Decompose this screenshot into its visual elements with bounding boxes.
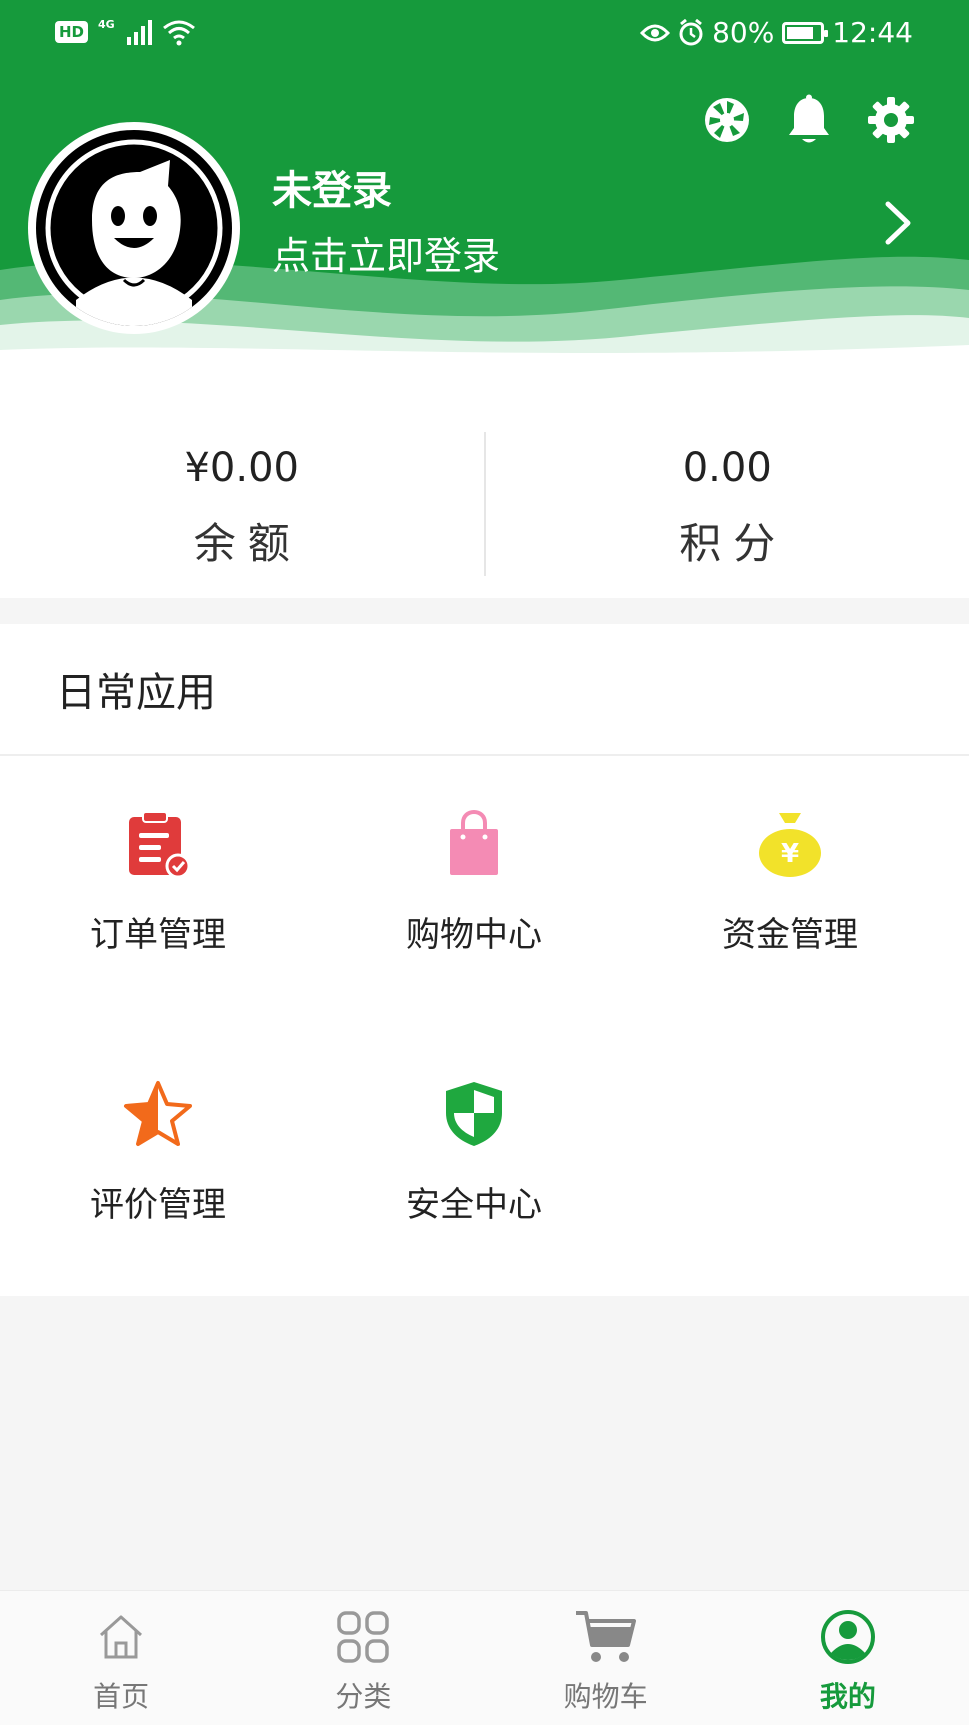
app-order-management[interactable]: 订单管理: [0, 756, 316, 956]
nav-profile[interactable]: 我的: [727, 1591, 969, 1725]
app-label: 评价管理: [90, 1185, 226, 1225]
balance-item[interactable]: ¥0.00 余额: [0, 380, 484, 598]
balance-card: ¥0.00 余额 0.00 积分: [0, 380, 969, 598]
balance-amount: ¥0.00: [184, 445, 299, 491]
app-security-center[interactable]: 安全中心: [316, 1026, 632, 1226]
category-icon: [331, 1605, 395, 1669]
alarm-icon: [679, 18, 703, 45]
clock: 12:44: [832, 16, 913, 49]
points-item[interactable]: 0.00 积分: [486, 380, 969, 598]
nav-category[interactable]: 分类: [242, 1591, 484, 1725]
user-name[interactable]: 未登录: [272, 158, 392, 216]
bottom-navigation: 首页 分类 购物车 我的: [0, 1590, 969, 1725]
app-label: 购物中心: [406, 915, 542, 955]
app-fund-management[interactable]: ¥ 资金管理: [632, 756, 948, 956]
profile-icon: [816, 1605, 880, 1669]
app-label: 安全中心: [406, 1185, 542, 1225]
signal-icon: [126, 19, 152, 45]
points-label: 积分: [679, 519, 788, 568]
nav-label: 购物车: [563, 1680, 648, 1713]
app-shopping-center[interactable]: 购物中心: [316, 756, 632, 956]
nav-label: 我的: [819, 1680, 876, 1713]
status-bar: HD 4G 80% 12:44: [0, 0, 969, 70]
nav-cart[interactable]: 购物车: [485, 1591, 727, 1725]
avatar[interactable]: [28, 122, 240, 334]
points-amount: 0.00: [682, 445, 772, 491]
chevron-right-icon[interactable]: [883, 200, 913, 246]
daily-apps-section: 日常应用 订单管理 购物中心 ¥ 资金管理 评价管理 安全中心: [0, 624, 969, 1296]
profile-header: HD 4G 80% 12:44 未登录 点击立即登录: [0, 0, 969, 380]
shopping-bag-icon: [434, 808, 514, 879]
scan-icon[interactable]: [701, 94, 753, 146]
settings-gear-icon[interactable]: [865, 94, 917, 146]
network-type: 4G: [98, 18, 115, 31]
apps-grid: 订单管理 购物中心 ¥ 资金管理 评价管理 安全中心: [0, 756, 969, 1294]
shield-icon: [434, 1078, 514, 1149]
nav-home[interactable]: 首页: [0, 1591, 242, 1725]
star-icon: [118, 1078, 198, 1149]
battery-percent: 80%: [712, 16, 775, 49]
battery-level: [787, 26, 813, 39]
svg-text:¥: ¥: [781, 839, 799, 869]
nav-label: 分类: [335, 1680, 392, 1713]
order-icon: [118, 808, 198, 879]
app-label: 资金管理: [722, 915, 858, 955]
login-prompt[interactable]: 点击立即登录: [272, 225, 500, 280]
cart-icon: [574, 1605, 638, 1669]
app-review-management[interactable]: 评价管理: [0, 1026, 316, 1226]
money-bag-icon: ¥: [750, 808, 830, 879]
eye-icon: [640, 24, 671, 41]
section-title: 日常应用: [0, 624, 969, 756]
app-label: 订单管理: [90, 915, 226, 955]
hd-badge: HD: [55, 21, 89, 43]
avatar-face-icon: [45, 139, 223, 326]
nav-label: 首页: [93, 1680, 150, 1713]
wifi-icon: [162, 20, 195, 46]
balance-label: 余额: [193, 519, 302, 568]
home-icon: [89, 1605, 153, 1669]
bell-icon[interactable]: [783, 94, 835, 146]
battery-icon: [782, 21, 829, 44]
